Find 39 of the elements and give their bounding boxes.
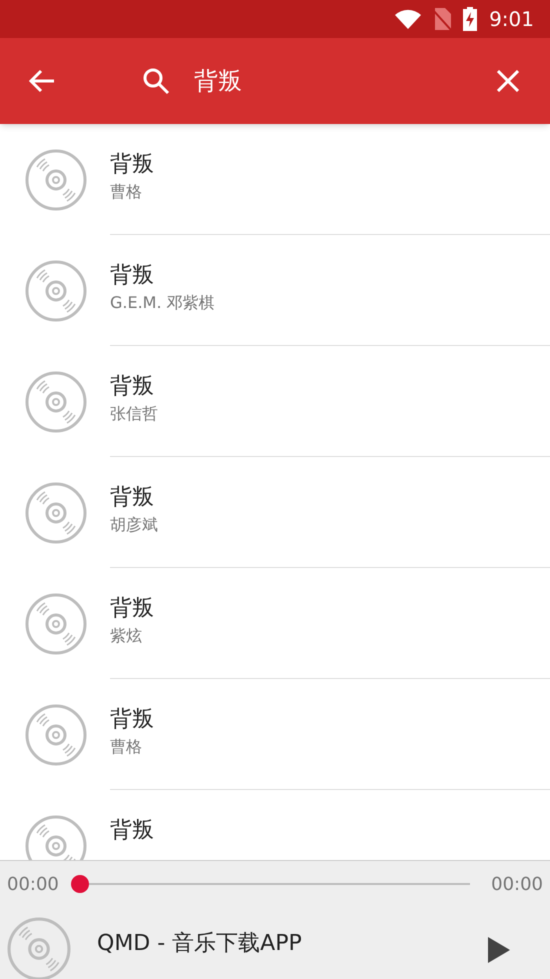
song-title: 背叛 [110, 595, 155, 623]
disc-icon [24, 260, 86, 322]
disc-icon [24, 482, 86, 544]
song-title: 背叛 [110, 484, 155, 512]
song-row[interactable]: 背叛 胡彦斌 [0, 457, 550, 568]
disc-icon [24, 148, 86, 210]
elapsed-time: 00:00 [7, 872, 59, 896]
duration-time: 00:00 [491, 872, 543, 896]
search-field[interactable]: 背叛 [84, 63, 466, 99]
no-sim-icon [433, 8, 452, 30]
song-title: 背叛 [110, 817, 155, 845]
battery-charging-icon [463, 7, 478, 31]
disc-icon [24, 592, 86, 654]
play-icon [488, 937, 510, 963]
close-icon [497, 70, 519, 92]
artist-name: 曹格 [110, 181, 143, 203]
wifi-icon [395, 9, 422, 29]
artist-name: 胡彦斌 [110, 514, 159, 536]
song-title: 背叛 [110, 262, 155, 290]
search-icon [142, 67, 170, 95]
disc-icon [24, 704, 86, 766]
back-arrow-icon [29, 69, 55, 93]
search-input[interactable]: 背叛 [194, 63, 454, 99]
song-row[interactable]: 背叛 G.E.M. 邓紫棋 [0, 235, 550, 346]
song-row[interactable]: 背叛 曹格 [0, 124, 550, 235]
artist-name: 曹格 [110, 736, 143, 758]
song-title: 背叛 [110, 151, 155, 179]
song-row[interactable]: 背叛 张信哲 [0, 346, 550, 457]
now-playing-title: QMD - 音乐下载APP [97, 930, 303, 958]
song-title: 背叛 [110, 706, 155, 734]
song-row[interactable]: 背叛 紫炫 [0, 568, 550, 679]
artist-name: 紫炫 [110, 625, 143, 647]
clock: 9:01 [489, 6, 534, 33]
song-row[interactable]: 背叛 曹格 [0, 679, 550, 790]
artist-name: G.E.M. 邓紫棋 [110, 292, 216, 314]
artist-name: 张信哲 [110, 403, 159, 425]
song-title: 背叛 [110, 373, 155, 401]
slider-thumb[interactable] [70, 875, 89, 893]
disc-icon [24, 370, 86, 432]
